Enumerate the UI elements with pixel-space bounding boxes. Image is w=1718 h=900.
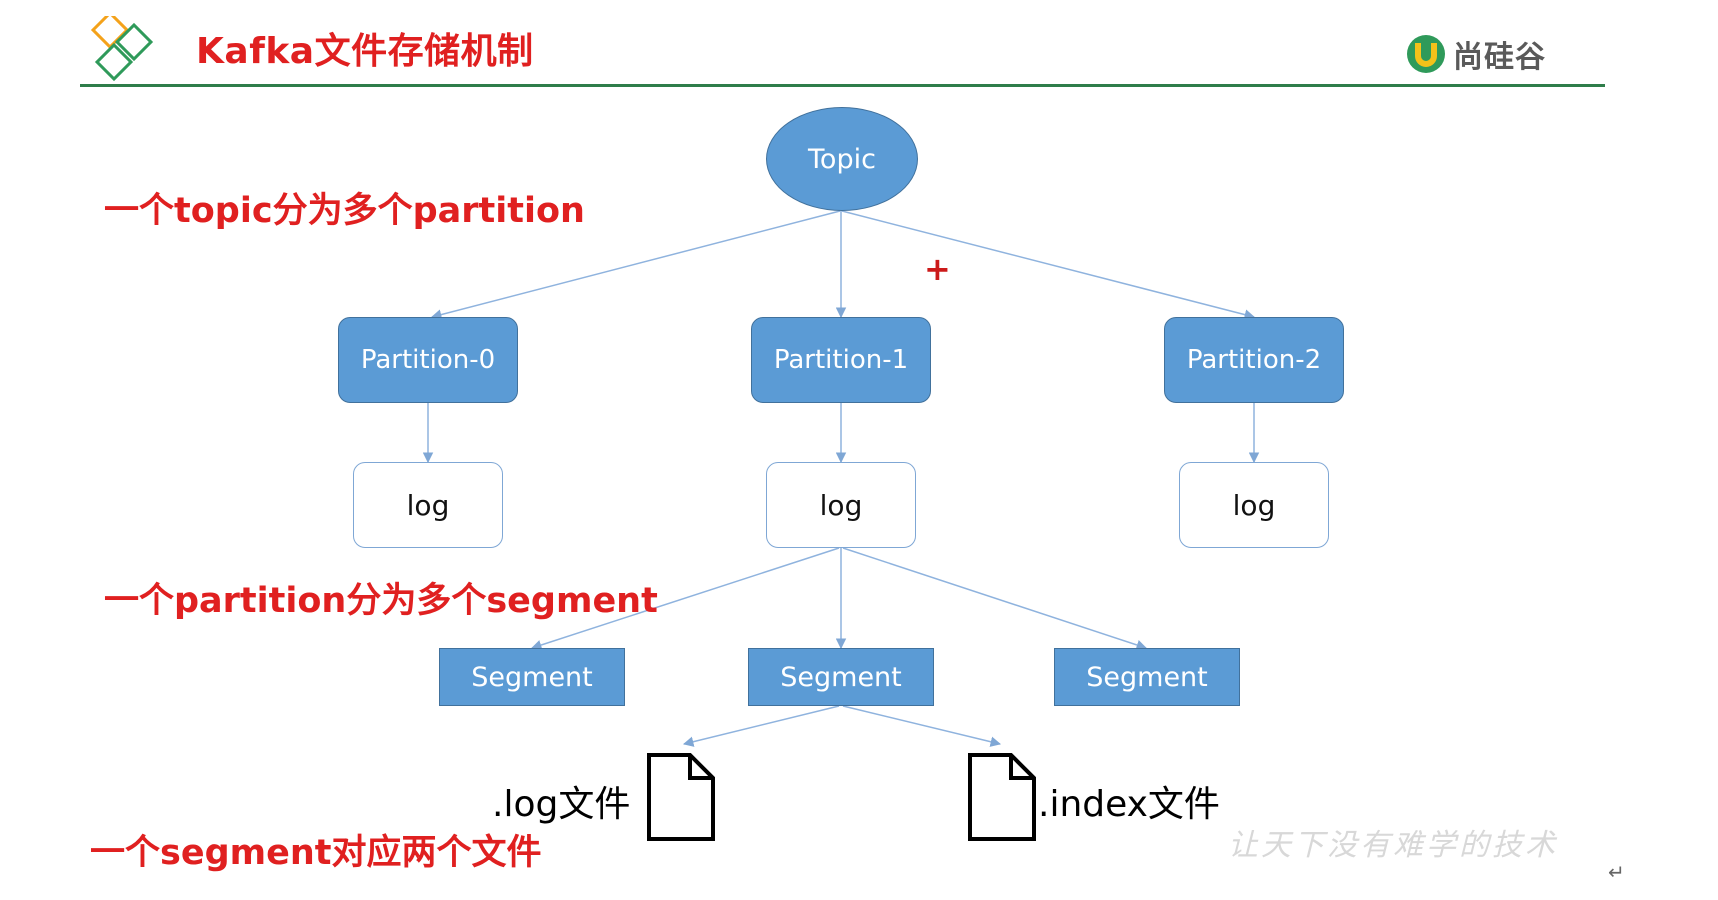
note-topic: 一个topic分为多个partition: [104, 191, 585, 231]
edge-segment-indexfile: [842, 705, 1002, 747]
edge-log-segment-2: [842, 547, 1147, 651]
note-segment: 一个segment对应两个文件: [90, 833, 542, 873]
segment-node-1: Segment: [748, 648, 934, 706]
return-mark-icon: ↵: [1608, 860, 1625, 884]
plus-marker: +: [924, 250, 951, 288]
log-node-0: log: [353, 462, 503, 548]
topic-node: Topic: [766, 107, 918, 211]
watermark: 让天下没有难学的技术: [1228, 828, 1558, 863]
edge-topic-partition-2: [841, 210, 1256, 320]
index-file-icon: [968, 753, 1036, 841]
partition-1-node: Partition-1: [751, 317, 931, 403]
segment-node-2: Segment: [1054, 648, 1240, 706]
log-file-label: .log文件: [492, 784, 631, 825]
partition-0-node: Partition-0: [338, 317, 518, 403]
log-file-icon: [647, 753, 715, 841]
log-node-1: log: [766, 462, 916, 548]
log-node-2: log: [1179, 462, 1329, 548]
edge-segment-logfile: [682, 705, 840, 747]
index-file-label: .index文件: [1038, 784, 1220, 825]
segment-node-0: Segment: [439, 648, 625, 706]
partition-2-node: Partition-2: [1164, 317, 1344, 403]
note-partition: 一个partition分为多个segment: [104, 581, 658, 621]
